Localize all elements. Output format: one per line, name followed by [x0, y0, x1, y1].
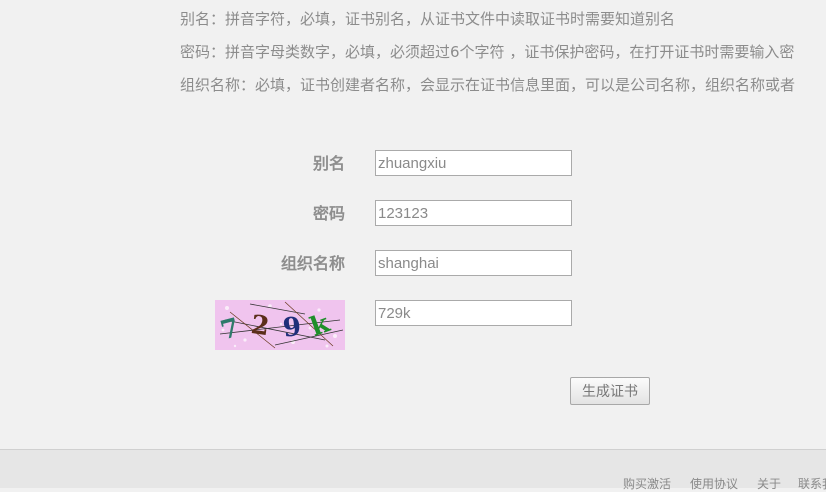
- alias-description: 别名：拼音字符，必填，证书别名，从证书文件中读取证书时需要知道别名: [180, 10, 676, 28]
- org-name-label: 组织名称: [280, 254, 345, 273]
- generate-certificate-button[interactable]: 生成证书: [570, 377, 650, 405]
- footer-link-about[interactable]: 关于: [757, 475, 781, 492]
- captcha-graphic: 7 2 9 k: [215, 300, 345, 350]
- captcha-input[interactable]: [375, 300, 572, 326]
- password-label: 密码: [312, 204, 345, 223]
- captcha-char-3: 9: [281, 312, 302, 344]
- alias-input[interactable]: [375, 150, 572, 176]
- footer: 购买激活 使用协议 关于 联系我: [0, 449, 826, 491]
- alias-label: 别名: [312, 154, 345, 173]
- org-description: 组织名称：必填，证书创建者名称，会显示在证书信息里面，可以是公司名称，组织名称或…: [180, 76, 796, 94]
- footer-link-contact[interactable]: 联系我: [798, 475, 826, 492]
- password-description: 密码：拼音字母类数字，必填，必须超过6个字符 ，证书保护密码，在打开证书时需要输…: [180, 43, 795, 61]
- password-input[interactable]: [375, 200, 572, 226]
- footer-link-purchase[interactable]: 购买激活: [623, 475, 671, 492]
- footer-link-terms[interactable]: 使用协议: [690, 475, 738, 492]
- captcha-image[interactable]: 7 2 9 k: [215, 300, 345, 350]
- org-name-input[interactable]: [375, 250, 572, 276]
